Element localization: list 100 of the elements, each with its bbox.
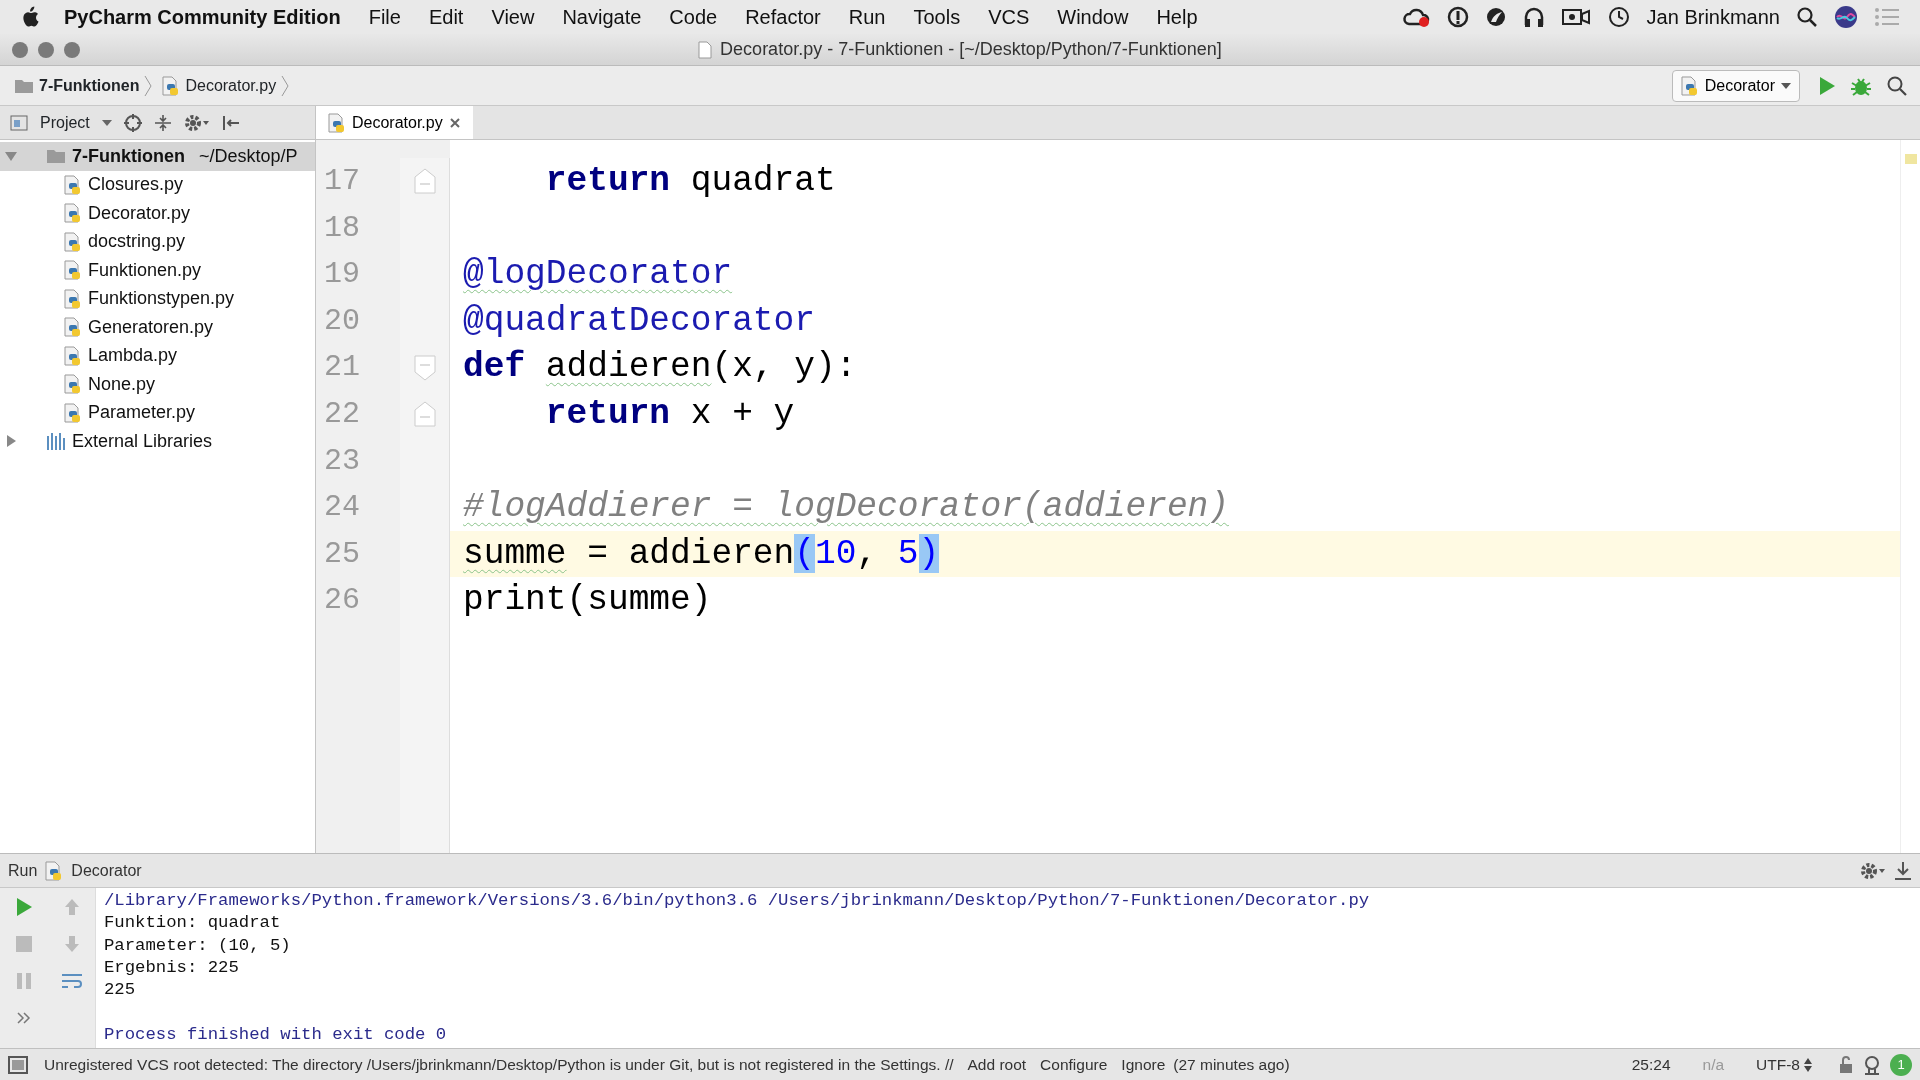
settings-icon[interactable] (183, 113, 210, 132)
run-config-tab[interactable]: Decorator (71, 858, 142, 883)
encoding-selector[interactable]: UTF-8 (1756, 1052, 1812, 1077)
folder-icon (14, 77, 34, 94)
line-number: 18 (323, 209, 361, 247)
code-line: return x + y (544, 392, 796, 435)
python-file-icon (64, 345, 82, 366)
tree-item[interactable]: 7-Funktionen ~/Desktop/P (0, 142, 315, 171)
run-icon[interactable] (1818, 75, 1836, 96)
chevron-icon (144, 74, 153, 97)
hide-panel-icon[interactable] (221, 113, 240, 132)
cursor-position[interactable]: 25:24 (1631, 1052, 1671, 1077)
status-link[interactable]: Configure (1040, 1052, 1108, 1077)
tree-item[interactable]: Generatoren.py (0, 313, 315, 342)
tree-item[interactable]: External Libraries (0, 427, 315, 456)
tree-item[interactable]: Funktionen.py (0, 256, 315, 285)
tree-item[interactable]: Funktionstypen.py (0, 284, 315, 313)
minimize-button[interactable] (38, 41, 54, 58)
search-icon[interactable] (1796, 6, 1818, 28)
line-number: 21 (323, 349, 361, 387)
user-name[interactable]: Jan Brinkmann (1646, 2, 1780, 32)
headphones-icon[interactable] (1522, 5, 1545, 29)
project-view-dropdown[interactable]: Project (40, 110, 90, 135)
file-icon (698, 40, 713, 59)
panel-toggle-icon[interactable] (8, 1055, 28, 1074)
fold-marker-icon[interactable] (413, 401, 436, 428)
folder-icon (46, 148, 66, 165)
menu-item[interactable]: Run (834, 2, 900, 32)
console-line: Ergebnis: 225 (104, 956, 240, 979)
code-line: @quadratDecorator (462, 299, 816, 342)
soft-wrap-icon[interactable] (61, 971, 83, 990)
info-icon[interactable] (1446, 6, 1469, 28)
status-link[interactable]: Add root (967, 1052, 1027, 1077)
editor-tab[interactable]: Decorator.py (316, 106, 473, 139)
fold-marker-icon[interactable] (413, 354, 436, 381)
python-file-icon (162, 75, 181, 96)
tree-item[interactable]: Lambda.py (0, 341, 315, 370)
python-file-icon (45, 860, 64, 881)
tree-item[interactable]: None.py (0, 370, 315, 399)
tree-item[interactable]: docstring.py (0, 227, 315, 256)
menu-item[interactable]: File (354, 2, 415, 32)
locate-icon[interactable] (123, 113, 142, 132)
python-file-icon (64, 288, 82, 309)
code-line: @logDecorator (462, 253, 734, 296)
breadcrumb[interactable]: 7-Funktionen (39, 73, 140, 98)
python-file-icon (64, 402, 82, 423)
run-panel-title: Run (8, 860, 38, 881)
window-title: Decorator.py - 7-Funktionen - [~/Desktop/Python/7-Funktionen] (720, 38, 1222, 61)
leaf-icon[interactable] (1484, 6, 1507, 28)
menu-item[interactable]: Navigate (548, 2, 656, 32)
collapsed-arrow-icon[interactable] (4, 434, 18, 449)
fold-marker-icon[interactable] (413, 168, 436, 195)
camera-icon[interactable] (1560, 6, 1591, 28)
menu-item[interactable]: VCS (974, 2, 1044, 32)
up-down-icon (1804, 1057, 1812, 1072)
collapse-icon[interactable] (153, 113, 172, 132)
tree-item[interactable]: Closures.py (0, 170, 315, 199)
cloud-icon[interactable] (1402, 6, 1431, 28)
menu-item[interactable]: Tools (899, 2, 975, 32)
project-icon (10, 114, 28, 131)
console-line: Funktion: quadrat (104, 912, 282, 935)
menu-item[interactable]: Refactor (731, 2, 835, 32)
line-number: 23 (323, 442, 361, 480)
more-icon[interactable] (17, 1011, 31, 1024)
console-line: Parameter: (10, 5) (104, 934, 292, 957)
settings-icon[interactable] (1860, 860, 1886, 881)
line-number: 24 (323, 489, 361, 527)
run-configuration-dropdown[interactable]: Decorator (1671, 69, 1800, 102)
menu-item[interactable]: View (477, 2, 549, 32)
search-icon[interactable] (1886, 74, 1908, 97)
menu-item[interactable]: Edit (414, 2, 478, 32)
python-file-icon (328, 112, 346, 133)
hide-panel-icon[interactable] (1894, 860, 1912, 881)
breadcrumb[interactable]: Decorator.py (185, 73, 277, 98)
warning-marker[interactable] (1905, 154, 1917, 164)
app-name[interactable]: PyCharm Community Edition (40, 2, 355, 32)
line-number: 26 (323, 582, 361, 620)
tree-item[interactable]: Parameter.py (0, 398, 315, 427)
close-icon[interactable] (448, 116, 461, 129)
line-number: 22 (323, 395, 361, 433)
chevron-icon (281, 74, 290, 97)
tree-item[interactable]: Decorator.py (0, 199, 315, 228)
caret-icon[interactable] (101, 119, 112, 126)
python-file-icon (1680, 75, 1699, 96)
clock-icon[interactable] (1606, 6, 1631, 28)
close-button[interactable] (12, 41, 28, 58)
status-link[interactable]: Ignore (1121, 1052, 1166, 1077)
apple-icon (20, 6, 40, 28)
lock-icon[interactable] (1838, 1055, 1854, 1074)
zoom-button[interactable] (64, 41, 80, 58)
python-file-icon (64, 231, 82, 252)
menu-item[interactable]: Window (1043, 2, 1143, 32)
console-line: Process finished with exit code 0 (104, 1023, 448, 1046)
code-line: print(summe) (462, 579, 713, 622)
caret-icon (1781, 82, 1791, 89)
line-number: 25 (323, 535, 361, 573)
run-icon[interactable] (15, 896, 33, 917)
menu-item[interactable]: Help (1142, 2, 1212, 32)
list-icon[interactable] (1874, 7, 1900, 27)
menu-item[interactable]: Code (655, 2, 732, 32)
